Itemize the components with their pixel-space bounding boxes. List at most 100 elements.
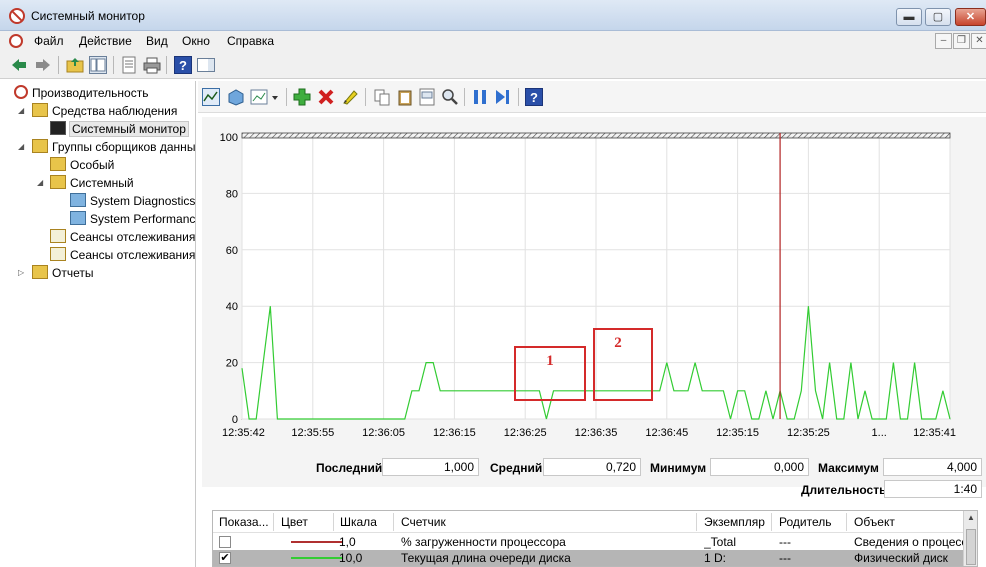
mdi-close-button[interactable]: ✕ [971,33,986,49]
menu-help[interactable]: Справка [227,34,274,48]
dropdown-arrow-icon[interactable] [270,88,280,106]
help-icon[interactable]: ? [174,56,192,74]
x-tick-label: 12:35:25 [787,427,830,439]
last-value: 1,000 [382,458,479,476]
cell-parent: --- [779,551,791,565]
window-title: Системный монитор [31,9,145,23]
copy-properties-icon[interactable] [373,88,391,106]
cell-counter: % загруженности процессора [401,535,566,549]
y-tick-label: 80 [226,188,238,200]
minimum-value: 0,000 [710,458,809,476]
expand-arrow-icon[interactable]: ▷ [18,264,24,282]
x-tick-label: 12:36:25 [504,427,547,439]
tree-item-monitoring-tools[interactable]: ◢ Средства наблюдения [18,102,177,120]
tree-item-system-performance[interactable]: System Performance [70,210,195,228]
chart-area[interactable]: 0 20 40 60 80 100 12:35:42 12:35:55 12:36:05 12:3… [202,117,986,487]
column-header-parent[interactable]: Родитель [779,515,831,529]
folder-icon [32,103,48,117]
properties-icon[interactable] [120,56,138,74]
show-checkbox[interactable]: ✔ [219,552,231,564]
cell-scale: 1,0 [339,535,356,549]
menu-file[interactable]: Файл [34,34,64,48]
help-icon[interactable]: ? [525,88,543,106]
tree-item-trace-sessions-startup[interactable]: Сеансы отслеживания событий запуска [50,246,195,264]
tree-item-reports[interactable]: ▷ Отчеты [18,264,93,282]
menu-bar: Файл Действие Вид Окно Справка – ❐ ✕ [0,31,986,52]
tree-item-performance[interactable]: Производительность [14,84,148,102]
tree-item-collector-sets[interactable]: ◢ Группы сборщиков данных [18,138,195,156]
view-log-data-icon[interactable] [227,88,245,106]
maximize-button[interactable]: ▢ [925,8,951,26]
hatched-top-border [241,132,951,139]
update-data-icon[interactable] [494,88,512,106]
counter-table: Показа... Цвет Шкала Счетчик Экземпляр Р… [212,510,978,567]
cell-scale: 10,0 [339,551,363,565]
cell-object: Сведения о процессоре [854,535,964,549]
annotation-label: 1 [546,353,554,369]
x-tick-label: 12:35:41 [913,427,956,439]
change-graph-type-icon[interactable] [250,88,268,106]
counter-row[interactable]: 1,0 % загруженности процессора _Total --- Св… [213,534,965,550]
action-pane-icon[interactable] [197,56,215,74]
collapse-arrow-icon[interactable]: ◢ [18,102,24,120]
tree-item-trace-sessions[interactable]: Сеансы отслеживания событий [50,228,195,246]
properties-icon[interactable] [418,88,436,106]
view-current-activity-icon[interactable] [202,88,220,106]
x-tick-label: 12:36:35 [575,427,618,439]
column-header-color[interactable]: Цвет [281,515,308,529]
collapse-arrow-icon[interactable]: ◢ [18,138,24,156]
print-icon[interactable] [143,56,161,74]
column-header-object[interactable]: Объект [854,515,895,529]
tree-item-special[interactable]: Особый [50,156,114,174]
counter-row[interactable]: ✔ 10,0 Текущая длина очереди диска 1 D: --- Ф… [213,550,965,566]
y-tick-label: 40 [226,301,238,313]
menu-action[interactable]: Действие [79,34,132,48]
average-value: 0,720 [543,458,641,476]
menu-window[interactable]: Окно [182,34,210,48]
trace-folder-icon [50,229,66,243]
folder-icon [32,139,48,153]
mdi-minimize-button[interactable]: – [935,33,952,49]
column-header-show[interactable]: Показа... [219,515,269,529]
column-header-instance[interactable]: Экземпляр [704,515,765,529]
show-hide-tree-icon[interactable] [89,56,107,74]
highlight-icon[interactable] [341,88,359,106]
y-tick-label: 0 [232,414,238,426]
freeze-display-icon[interactable] [471,88,489,106]
performance-monitor-pane: ? 0 20 40 60 80 100 12:35:42 12:35:55 12:36:05 12… [198,81,986,567]
back-arrow-icon[interactable] [10,56,28,74]
svg-text:?: ? [179,58,187,73]
up-folder-icon[interactable] [66,56,84,74]
paste-counter-list-icon[interactable] [396,88,414,106]
tree-item-system[interactable]: ◢ Системный [37,174,134,192]
column-header-counter[interactable]: Счетчик [401,515,446,529]
add-counter-icon[interactable] [293,88,311,106]
scroll-up-icon[interactable]: ▲ [965,513,977,525]
line-graph[interactable]: 0 20 40 60 80 100 12:35:42 12:35:55 12:36:05 12:3… [202,117,986,447]
delete-counter-icon[interactable] [317,88,335,106]
tree-item-system-monitor[interactable]: Системный монитор [50,120,189,138]
cell-instance: _Total [704,535,737,549]
minimize-button[interactable]: ▬ [896,8,922,26]
monitor-toolbar: ? [198,81,986,113]
system-folder-icon [50,175,66,189]
reports-folder-icon [32,265,48,279]
zoom-icon[interactable] [441,88,459,106]
show-checkbox[interactable] [219,536,231,548]
system-menu-icon[interactable] [9,34,23,48]
scroll-thumb[interactable] [966,529,976,565]
menu-view[interactable]: Вид [146,34,168,48]
minimum-label: Минимум [650,461,707,475]
forward-arrow-icon[interactable] [34,56,52,74]
mdi-restore-button[interactable]: ❐ [953,33,970,49]
close-button[interactable]: ✕ [955,8,986,26]
tree-item-system-diagnostics[interactable]: System Diagnostics [70,192,195,210]
vertical-scrollbar[interactable]: ▲ [963,511,977,566]
monitor-chart-icon [50,121,66,135]
counter-table-header: Показа... Цвет Шкала Счетчик Экземпляр Р… [213,511,965,533]
performance-monitor-icon [9,8,25,24]
statistics-bar: Последний 1,000 Средний 0,720 Минимум 0,… [198,456,986,501]
collapse-arrow-icon[interactable]: ◢ [37,174,43,192]
column-header-scale[interactable]: Шкала [340,515,377,529]
performance-icon [14,85,28,99]
